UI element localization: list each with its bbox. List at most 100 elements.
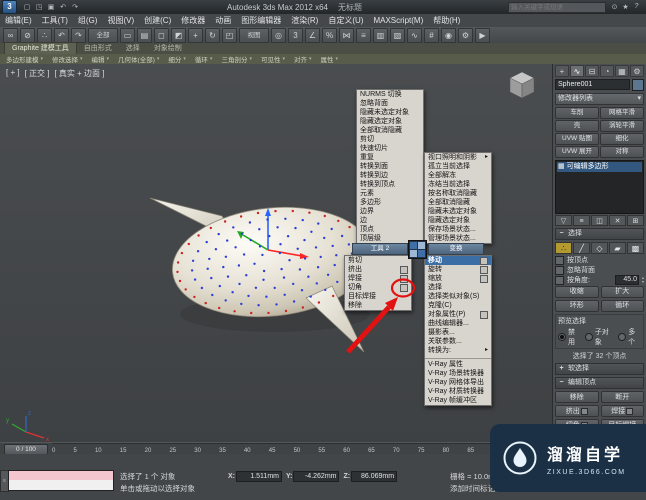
quad-menu-item[interactable]: 重复 xyxy=(357,153,423,162)
edit-vertex-button[interactable]: 焊接 xyxy=(600,405,644,417)
quad-menu-item[interactable]: 隐藏选定对象 xyxy=(425,216,491,225)
quad-menu-item[interactable]: 切角 xyxy=(345,283,411,292)
motion-tab[interactable]: ◔ xyxy=(600,65,614,77)
quad-menu-item[interactable]: 元素 xyxy=(357,189,423,198)
modifier-button[interactable]: 车削 xyxy=(555,107,599,119)
quad-menu-item[interactable]: 全部取消隐藏 xyxy=(425,198,491,207)
quad-menu-item[interactable]: 选择类似对象(S) xyxy=(425,292,491,301)
quad-menu-item[interactable]: 隐藏选定对象 xyxy=(357,117,423,126)
modifier-button[interactable]: UVW 展开 xyxy=(555,146,599,158)
modifier-button[interactable]: UVW 贴图 xyxy=(555,133,599,145)
select-link-icon[interactable]: ∞ xyxy=(3,27,18,43)
modifier-button[interactable]: 涡轮平滑 xyxy=(600,120,644,132)
quad-menu-item[interactable]: 挤出 xyxy=(345,265,411,274)
object-color-swatch[interactable] xyxy=(632,79,644,91)
quad-menu-item[interactable]: 按名称取消隐藏 xyxy=(425,189,491,198)
quad-menu-item[interactable]: 缩放 xyxy=(425,274,491,283)
quad-menu-item[interactable]: 摄影表... xyxy=(425,328,491,337)
by-vertex-checkbox-row[interactable]: 按顶点 xyxy=(555,255,644,265)
render-setup-icon[interactable]: ⚙ xyxy=(458,27,473,43)
modifier-button[interactable]: 对称 xyxy=(600,146,644,158)
quad-menu-item[interactable]: 忽略背面 xyxy=(357,99,423,108)
quad-menu-item[interactable]: V-Ray 网格体导出 xyxy=(425,378,491,387)
modifier-button[interactable]: 壳 xyxy=(555,120,599,132)
curve-editor-icon[interactable]: ∿ xyxy=(407,27,422,43)
quad-menu-item[interactable] xyxy=(425,356,491,359)
settings-box-icon[interactable] xyxy=(580,407,588,415)
settings-box-icon[interactable] xyxy=(400,283,408,292)
schematic-view-icon[interactable]: # xyxy=(424,27,439,43)
redo-icon[interactable]: ↷ xyxy=(71,27,86,43)
menu-item[interactable]: 渲染(R) xyxy=(286,14,323,27)
remove-modifier-icon[interactable]: ✕ xyxy=(609,215,626,226)
menu-item[interactable]: 工具(T) xyxy=(37,14,73,27)
viewport-pov-menu[interactable]: [ 正交 ] xyxy=(25,68,50,79)
ribbon-panel[interactable]: 对齐 ▾ xyxy=(294,54,312,64)
unlink-icon[interactable]: ⊘ xyxy=(20,27,35,43)
quad-menu-item[interactable]: 对象属性(P) xyxy=(425,310,491,319)
ribbon-panel[interactable]: 细分 ▾ xyxy=(168,54,186,64)
ribbon-panel[interactable]: 几何体(全部) ▾ xyxy=(118,54,159,64)
settings-box-icon[interactable] xyxy=(480,265,488,274)
quad-menu-item[interactable]: 视口照明和阴影 ▸ xyxy=(425,153,491,162)
quad-menu-item[interactable]: 目标焊接 xyxy=(345,292,411,301)
coordinate-input[interactable]: 86.069mm xyxy=(351,471,398,482)
select-scale-icon[interactable]: ◰ xyxy=(222,27,237,43)
settings-box-icon[interactable] xyxy=(626,407,634,415)
quad-menu-item[interactable]: 隐藏未选定对象 xyxy=(425,207,491,216)
ribbon-tab[interactable]: 选择 xyxy=(119,43,147,54)
quad-menu-item[interactable]: 转换到面 xyxy=(357,162,423,171)
align-icon[interactable]: ≡ xyxy=(356,27,371,43)
menu-item[interactable]: 视图(V) xyxy=(102,14,139,27)
quad-menu-item[interactable]: 焊接 xyxy=(345,274,411,283)
coordinate-input[interactable]: -4.262mm xyxy=(293,471,340,482)
ribbon-panel[interactable]: 三角剖分 ▾ xyxy=(221,54,252,64)
material-editor-icon[interactable]: ◉ xyxy=(441,27,456,43)
redo-icon[interactable]: ↷ xyxy=(69,3,81,11)
quad-menu-item[interactable]: 边界 xyxy=(357,207,423,216)
quad-menu-item[interactable]: 转换到顶点 xyxy=(357,180,423,189)
utilities-tab[interactable]: ⚙ xyxy=(630,65,644,77)
modifier-list-dropdown[interactable]: 修改器列表 ▾ xyxy=(555,93,644,105)
percent-snap-icon[interactable]: % xyxy=(322,27,337,43)
ring-button[interactable]: 环形 xyxy=(555,300,599,312)
quad-menu-item[interactable]: 旋转 xyxy=(425,265,491,274)
object-name-field[interactable]: Sphere001 xyxy=(555,79,630,90)
undo-icon[interactable]: ↶ xyxy=(54,27,69,43)
menu-item[interactable]: MAXScript(M) xyxy=(368,14,428,27)
quad-menu-item[interactable]: 转换为: ▸ xyxy=(425,346,491,355)
render-production-icon[interactable]: ▶ xyxy=(475,27,490,43)
ribbon-panel[interactable]: 编辑 ▾ xyxy=(92,54,110,64)
vertex-icon[interactable]: ∴ xyxy=(555,242,572,254)
infocenter-search-input[interactable] xyxy=(508,1,606,13)
border-icon[interactable]: ◇ xyxy=(591,242,608,254)
mirror-icon[interactable]: ⋈ xyxy=(339,27,354,43)
viewport-general-menu[interactable]: [ + ] xyxy=(6,68,20,79)
search-icon[interactable]: ⊙ xyxy=(609,3,620,11)
bind-to-spacewarp-icon[interactable]: ∴ xyxy=(37,27,52,43)
ribbon-tab[interactable]: 对象绘制 xyxy=(147,43,189,54)
menu-item[interactable]: 图形编辑器 xyxy=(236,14,286,27)
grow-button[interactable]: 扩大 xyxy=(600,286,644,298)
undo-icon[interactable]: ↶ xyxy=(57,3,69,11)
quad-menu-item[interactable]: 隐藏未选定对象 xyxy=(357,108,423,117)
rectangular-region-icon[interactable]: ◻ xyxy=(154,27,169,43)
quad-menu-item[interactable]: 保存场景状态... xyxy=(425,225,491,234)
use-pivot-center-icon[interactable]: ◎ xyxy=(271,27,286,43)
star-icon[interactable]: ★ xyxy=(620,3,631,11)
preview-radio-option[interactable]: 多个 xyxy=(618,327,641,347)
settings-box-icon[interactable] xyxy=(480,256,488,265)
edit-vertex-button[interactable]: 断开 xyxy=(600,391,644,403)
quad-menu-item[interactable]: 曲线编辑器... xyxy=(425,319,491,328)
make-unique-icon[interactable]: ◫ xyxy=(591,215,608,226)
by-angle-checkbox-row[interactable]: 按角度: 45.0 ▴ ▾ xyxy=(555,275,644,285)
menu-item[interactable]: 修改器 xyxy=(176,14,210,27)
quad-menu-item[interactable]: 多边形 xyxy=(357,198,423,207)
quad-menu-item[interactable]: 克隆(C) xyxy=(425,301,491,310)
quad-menu-item[interactable]: 全部取消隐藏 xyxy=(357,126,423,135)
select-rotate-icon[interactable]: ↻ xyxy=(205,27,220,43)
show-end-result-icon[interactable]: ≡ xyxy=(573,215,590,226)
quad-menu-item[interactable]: 转换到边 xyxy=(357,171,423,180)
create-tab[interactable]: + xyxy=(555,65,569,77)
select-by-name-icon[interactable]: ▤ xyxy=(137,27,152,43)
